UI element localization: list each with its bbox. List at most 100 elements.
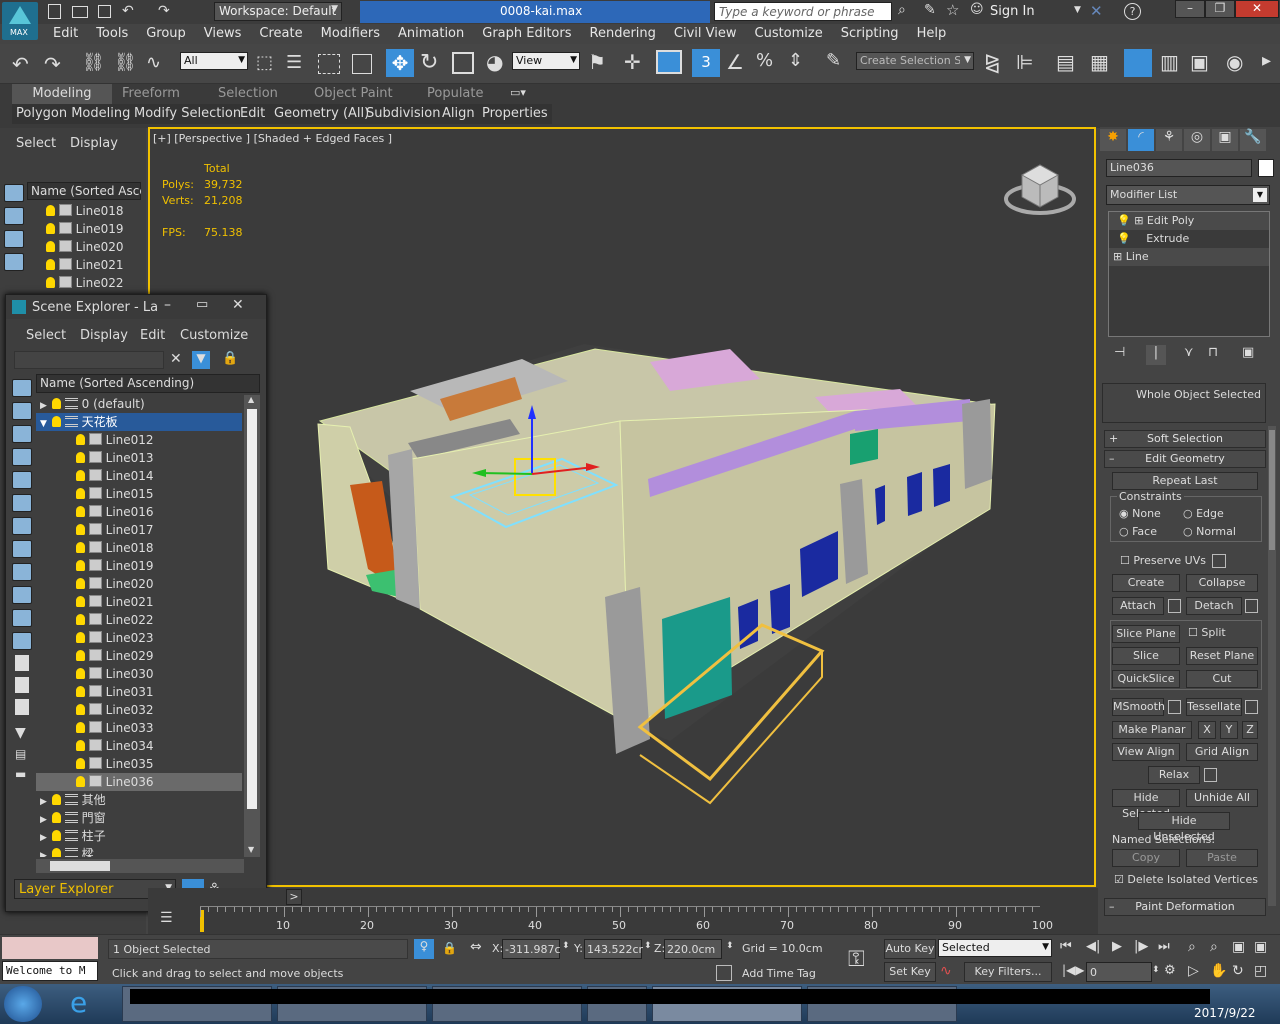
y-coord-field[interactable]: 143.522cm (584, 939, 643, 959)
lock-icon[interactable]: 🔒 (222, 351, 238, 366)
restore-button[interactable]: ❐ (1205, 0, 1235, 18)
object-row[interactable]: Line033 (36, 719, 242, 737)
redo-icon[interactable]: ↷ (158, 3, 170, 19)
link-icon[interactable]: ⛓ (82, 52, 105, 73)
orbit-icon[interactable]: ↻ (1232, 963, 1244, 979)
x-spinner-icon[interactable]: ⬍ (562, 941, 570, 951)
redo-icon[interactable]: ↷ (44, 52, 61, 76)
attach-button[interactable]: Attach (1112, 597, 1164, 615)
maximize-viewport-icon[interactable]: ◰ (1254, 963, 1267, 979)
left-menu-select[interactable]: Select (16, 136, 56, 151)
scroll-thumb[interactable] (50, 861, 110, 871)
subtab-properties[interactable]: Properties (482, 106, 548, 121)
list-item[interactable]: Line018 (46, 202, 136, 220)
paint-deformation-rollout[interactable]: – Paint Deformation (1104, 898, 1266, 916)
display-shapes-icon[interactable] (12, 425, 32, 443)
stack-item[interactable]: 💡 Extrude (1109, 230, 1269, 248)
display-containers-icon[interactable] (12, 609, 32, 627)
pan-icon[interactable]: ✋ (1210, 963, 1227, 979)
bulb-icon[interactable] (46, 241, 55, 252)
layer-explorer-icon[interactable]: ▤ (1056, 50, 1075, 74)
display-none-icon[interactable] (4, 184, 24, 202)
curve-editor-icon[interactable]: ▥ (1160, 50, 1179, 74)
reset-plane-button[interactable]: Reset Plane (1186, 647, 1258, 665)
bind-space-warp-icon[interactable]: ∿ (146, 52, 161, 73)
previous-frame-icon[interactable]: ◀| (1086, 939, 1100, 954)
subtab-subdivision[interactable]: Subdivision (366, 106, 441, 121)
current-frame-field[interactable]: 0 (1086, 962, 1152, 982)
set-key-button[interactable]: Set Key (884, 962, 936, 982)
object-row[interactable]: Line034 (36, 737, 242, 755)
create-tab-icon[interactable]: ✸ (1100, 129, 1126, 151)
object-row[interactable]: Line012 (36, 431, 242, 449)
named-selection-set-dropdown[interactable]: Create Selection Se ▼ (856, 52, 974, 70)
filter-icon[interactable]: ▼ (192, 351, 210, 369)
next-frame-icon[interactable]: |▶ (1134, 939, 1148, 954)
hide-unselected-button[interactable]: Hide Unselected (1138, 812, 1230, 843)
object-name-field[interactable]: Line036 (1106, 159, 1252, 177)
internet-explorer-icon[interactable]: e (70, 986, 87, 1019)
track-bar[interactable]: ☰ 10 20 30 40 50 60 70 80 90 100 (148, 906, 1098, 934)
bulb-icon[interactable] (52, 812, 61, 823)
bulb-icon[interactable] (46, 259, 55, 270)
explorer-list-header[interactable]: Name (Sorted Ascending) (36, 374, 260, 393)
layer-row[interactable]: ▶ 其他 (36, 791, 242, 809)
menu-group[interactable]: Group (137, 24, 195, 44)
select-none-icon[interactable] (15, 677, 29, 693)
bulb-icon[interactable] (76, 704, 85, 715)
zoom-all-icon[interactable]: ⌕ (1210, 939, 1218, 955)
menu-graph-editors[interactable]: Graph Editors (473, 24, 580, 44)
menu-animation[interactable]: Animation (389, 24, 473, 44)
object-row[interactable]: Line036 (36, 773, 242, 791)
open-file-icon[interactable] (72, 6, 88, 18)
quickslice-button[interactable]: QuickSlice (1112, 670, 1180, 688)
material-editor-icon[interactable]: ◉ (1226, 50, 1243, 74)
building-model[interactable] (150, 129, 1094, 885)
minimize-button[interactable]: – (164, 297, 171, 313)
bulb-icon[interactable] (76, 686, 85, 697)
bulb-icon[interactable] (52, 848, 61, 857)
msmooth-settings-icon[interactable] (1168, 700, 1181, 714)
subtab-align[interactable]: Align (442, 106, 475, 121)
object-row[interactable]: Line031 (36, 683, 242, 701)
list-item[interactable]: Line020 (46, 238, 136, 256)
bulb-icon[interactable] (76, 740, 85, 751)
command-panel-scrollbar[interactable] (1268, 426, 1276, 906)
sync-icon[interactable]: ▬ (15, 767, 34, 781)
bulb-icon[interactable] (76, 596, 85, 607)
preserve-uvs-checkbox[interactable]: ☐ Preserve UVs (1120, 554, 1206, 567)
snaps-toggle-icon[interactable]: 3 (692, 49, 720, 77)
sign-in-link[interactable]: Sign In (990, 4, 1035, 19)
stack-item[interactable]: ⊞ Line (1109, 248, 1269, 266)
maxscript-mini-listener-pink[interactable] (2, 937, 98, 959)
expand-icon[interactable]: ▶ (36, 847, 50, 857)
tab-object-paint[interactable]: Object Paint (314, 86, 393, 101)
bulb-icon[interactable] (52, 416, 61, 427)
expand-icon[interactable]: ⊞ (1113, 250, 1122, 263)
find-input[interactable] (14, 351, 164, 369)
mirror-icon[interactable]: ⧎ (984, 50, 1001, 74)
bulb-icon[interactable] (76, 434, 85, 445)
bulb-icon[interactable] (76, 452, 85, 463)
display-lights-icon[interactable] (4, 253, 24, 271)
y-spinner-icon[interactable]: ⬍ (644, 941, 652, 951)
menu-views[interactable]: Views (195, 24, 251, 44)
reference-coord-dropdown[interactable]: View ▼ (512, 52, 580, 70)
render-setup-icon[interactable]: ▸ (1262, 50, 1271, 71)
layer-row[interactable]: ▶ 門窗 (36, 809, 242, 827)
invert-selection-icon[interactable] (15, 699, 29, 715)
create-button[interactable]: Create (1112, 574, 1180, 592)
bulb-icon[interactable] (76, 776, 85, 787)
menu-display[interactable]: Display (80, 328, 128, 343)
maximize-button[interactable]: ▭ (196, 297, 208, 312)
select-all-icon[interactable] (15, 655, 29, 671)
subtab-geometry-all[interactable]: Geometry (All) (274, 106, 369, 121)
display-bones-icon[interactable] (12, 586, 32, 604)
display-xrefs-icon[interactable] (12, 563, 32, 581)
star-icon[interactable]: ☆ (946, 1, 959, 19)
bulb-icon[interactable] (76, 650, 85, 661)
scroll-down-icon[interactable]: ▼ (248, 845, 254, 854)
bulb-icon[interactable] (76, 542, 85, 553)
bulb-icon[interactable] (46, 223, 55, 234)
align-icon[interactable]: ⊫ (1016, 50, 1033, 74)
